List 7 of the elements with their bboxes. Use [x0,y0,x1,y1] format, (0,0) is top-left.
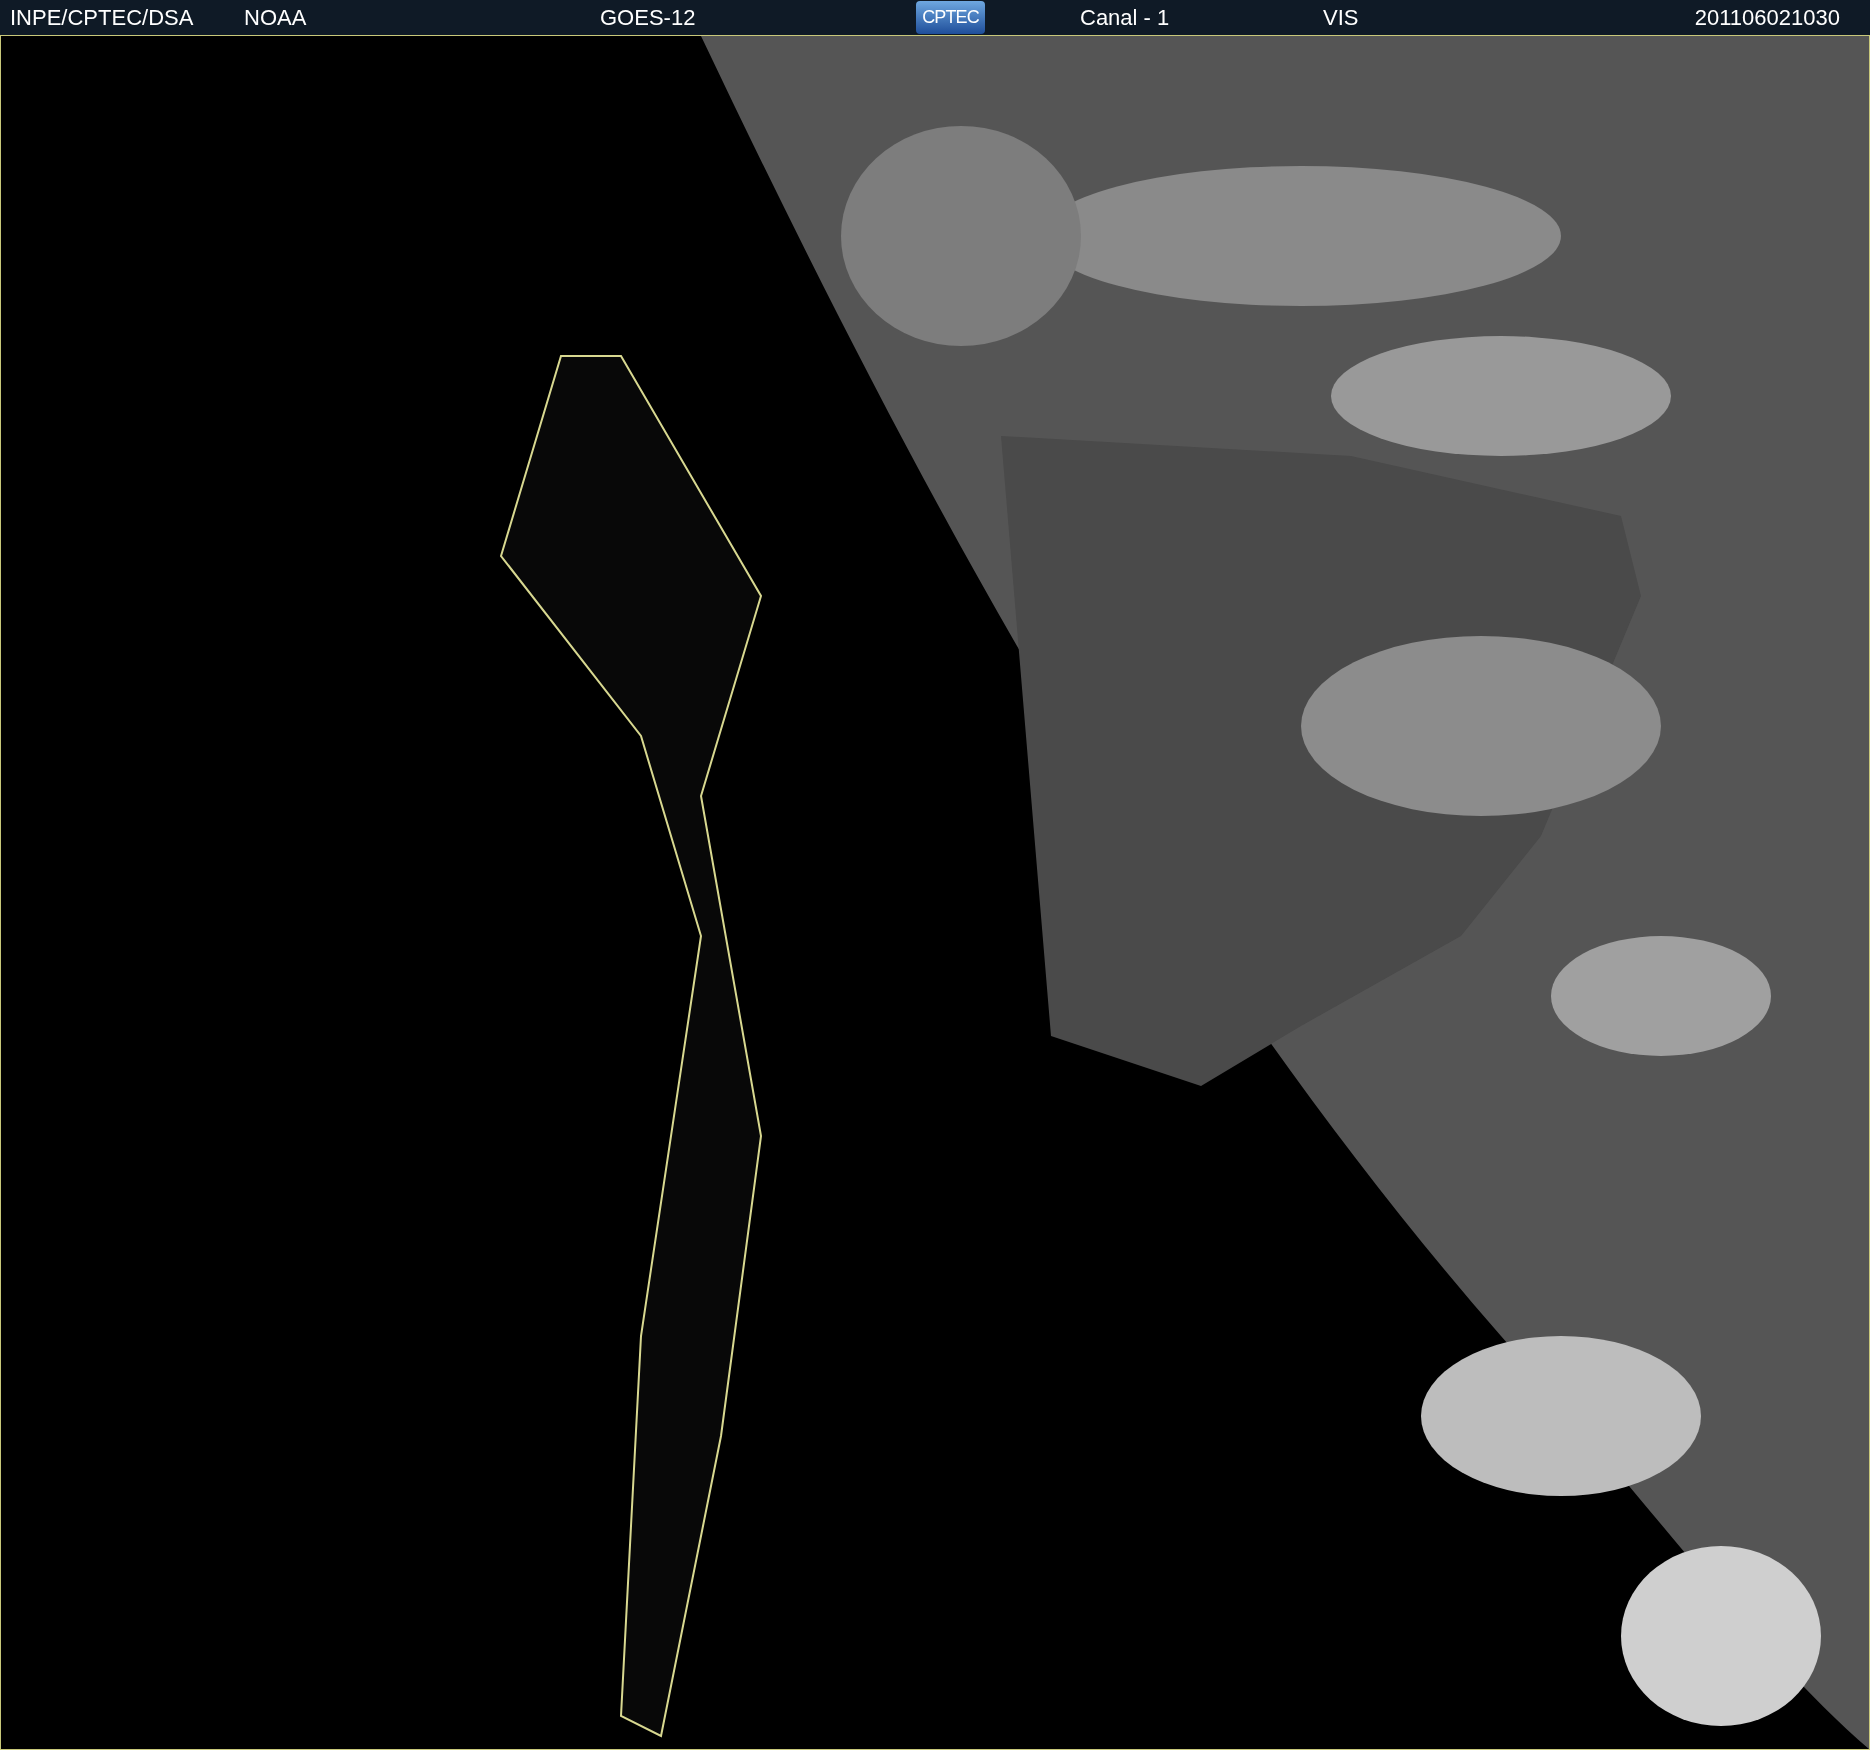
timestamp-label: 201106021030 [1694,4,1840,32]
channel-label: Canal - 1 [1080,4,1170,32]
satellite-label: GOES-12 [600,4,696,32]
source-label: INPE/CPTEC/DSA [10,4,194,32]
logo: CPTEC [916,1,985,34]
band-label: VIS [1323,4,1359,32]
agency-label: NOAA [244,4,307,32]
